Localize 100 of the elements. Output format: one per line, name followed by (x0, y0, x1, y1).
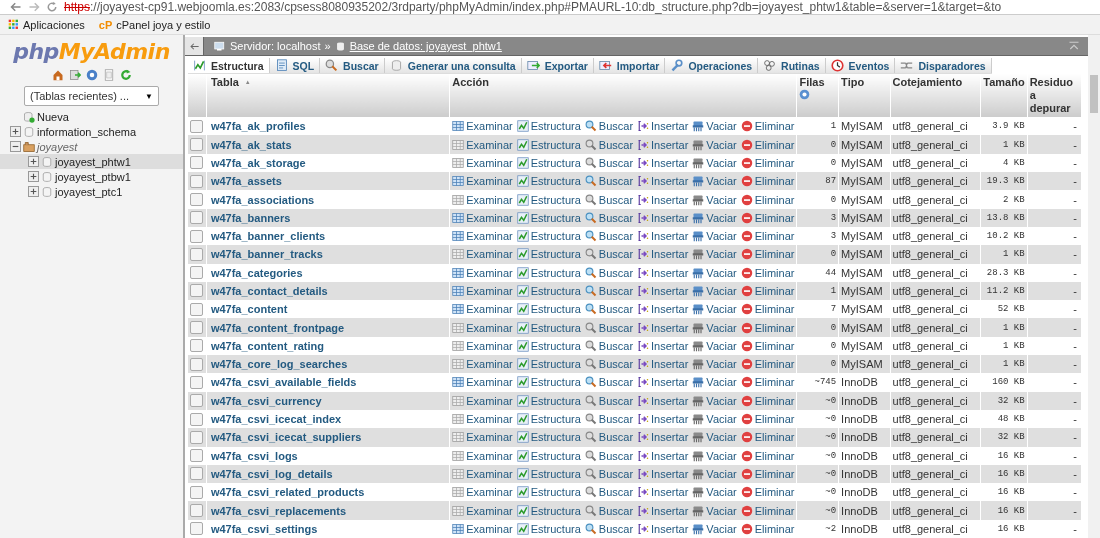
insert-link[interactable]: Insertar (637, 413, 689, 426)
empty-link[interactable]: Vaciar (692, 339, 737, 352)
insert-link[interactable]: Insertar (637, 120, 689, 133)
insert-link[interactable]: Insertar (637, 376, 689, 389)
empty-link[interactable]: Vaciar (692, 431, 737, 444)
insert-link[interactable]: Insertar (637, 303, 689, 316)
insert-link[interactable]: Insertar (637, 230, 689, 243)
search-link[interactable]: Buscar (584, 285, 634, 297)
empty-link[interactable]: Vaciar (692, 120, 737, 133)
row-checkbox[interactable] (190, 339, 204, 353)
size-link[interactable]: 11.2 KB (980, 281, 1028, 301)
browse-link[interactable]: Examinar (452, 248, 513, 261)
tab[interactable]: Rutinas (758, 58, 826, 74)
table-name-link[interactable]: w47fa_content_frontpage (206, 318, 450, 337)
table-name-link[interactable]: w47fa_csvi_log_details (206, 464, 450, 484)
table-name-link[interactable]: w47fa_csvi_available_fields (206, 373, 450, 392)
browse-link[interactable]: Examinar (452, 449, 513, 462)
drop-link[interactable]: Eliminar (740, 376, 795, 389)
scrollbar[interactable] (1088, 35, 1100, 538)
drop-link[interactable]: Eliminar (740, 120, 795, 133)
expand-icon[interactable] (10, 126, 21, 137)
browse-link[interactable]: Examinar (452, 175, 513, 188)
recent-tables-select[interactable]: (Tablas recientes) ... ▼ (24, 86, 159, 106)
tree-item[interactable]: joyayest_ptc1 (0, 184, 183, 199)
empty-link[interactable]: Vaciar (692, 467, 737, 480)
table-name-link[interactable]: w47fa_core_log_searches (206, 355, 450, 374)
browse-link[interactable]: Examinar (452, 413, 513, 426)
insert-link[interactable]: Insertar (637, 504, 689, 517)
search-link[interactable]: Buscar (584, 413, 634, 426)
drop-link[interactable]: Eliminar (740, 522, 795, 535)
size-link[interactable]: 1 KB (980, 355, 1028, 374)
insert-link[interactable]: Insertar (637, 266, 689, 279)
empty-link[interactable]: Vaciar (692, 230, 737, 243)
row-checkbox[interactable] (190, 174, 204, 188)
table-name-link[interactable]: w47fa_csvi_logs (206, 446, 450, 465)
drop-link[interactable]: Eliminar (740, 248, 795, 261)
search-link[interactable]: Buscar (584, 522, 634, 535)
browse-link[interactable]: Examinar (452, 486, 513, 499)
table-name-link[interactable]: w47fa_csvi_currency (206, 391, 450, 410)
drop-link[interactable]: Eliminar (740, 449, 795, 462)
size-link[interactable]: 16 KB (980, 501, 1028, 520)
size-link[interactable]: 16 KB (980, 446, 1028, 465)
empty-link[interactable]: Vaciar (692, 394, 737, 407)
structure-link[interactable]: Estructura (516, 339, 581, 352)
empty-link[interactable]: Vaciar (692, 248, 737, 261)
collapse-sidebar-button[interactable] (185, 37, 204, 55)
drop-link[interactable]: Eliminar (740, 504, 795, 517)
browse-link[interactable]: Examinar (452, 266, 513, 279)
tab[interactable]: Generar una consulta (384, 58, 522, 74)
row-checkbox[interactable] (190, 412, 204, 426)
search-link[interactable]: Buscar (584, 193, 634, 206)
tab[interactable]: Operaciones (665, 58, 759, 74)
empty-link[interactable]: Vaciar (692, 175, 737, 188)
structure-link[interactable]: Estructura (516, 193, 581, 206)
row-checkbox[interactable] (190, 321, 204, 335)
back-arrow-icon[interactable] (10, 1, 22, 13)
size-link[interactable]: 32 KB (980, 428, 1028, 447)
server-link[interactable]: Servidor: localhost (230, 40, 321, 52)
search-link[interactable]: Buscar (584, 321, 634, 334)
expand-icon[interactable] (28, 186, 39, 197)
drop-link[interactable]: Eliminar (740, 321, 795, 334)
browse-link[interactable]: Examinar (452, 522, 513, 535)
drop-link[interactable]: Eliminar (740, 467, 795, 480)
exit-icon[interactable] (68, 69, 81, 81)
reload-icon[interactable] (119, 69, 132, 81)
drop-link[interactable]: Eliminar (740, 303, 795, 316)
structure-link[interactable]: Estructura (516, 321, 581, 334)
empty-link[interactable]: Vaciar (692, 522, 737, 535)
row-checkbox[interactable] (190, 247, 204, 261)
tab[interactable]: SQL (269, 58, 321, 74)
insert-link[interactable]: Insertar (637, 175, 689, 188)
insert-link[interactable]: Insertar (637, 486, 689, 499)
drop-link[interactable]: Eliminar (740, 486, 795, 499)
row-checkbox[interactable] (190, 193, 204, 206)
structure-link[interactable]: Estructura (516, 303, 581, 316)
structure-link[interactable]: Estructura (516, 486, 581, 499)
browse-link[interactable]: Examinar (452, 321, 513, 334)
tree-item[interactable]: joyayest (0, 139, 183, 154)
drop-link[interactable]: Eliminar (740, 211, 795, 224)
drop-link[interactable]: Eliminar (740, 266, 795, 279)
browse-link[interactable]: Examinar (452, 193, 513, 206)
structure-link[interactable]: Estructura (516, 394, 581, 407)
tree-item[interactable]: information_schema (0, 124, 183, 139)
insert-link[interactable]: Insertar (637, 193, 689, 206)
row-checkbox[interactable] (190, 156, 204, 170)
browse-link[interactable]: Examinar (452, 339, 513, 352)
tab[interactable]: Exportar (521, 58, 594, 74)
search-link[interactable]: Buscar (584, 266, 634, 279)
structure-link[interactable]: Estructura (516, 504, 581, 517)
table-name-link[interactable]: w47fa_csvi_icecat_suppliers (206, 428, 450, 447)
empty-link[interactable]: Vaciar (692, 211, 737, 224)
table-name-link[interactable]: w47fa_csvi_settings (206, 519, 450, 538)
insert-link[interactable]: Insertar (637, 467, 689, 480)
structure-link[interactable]: Estructura (516, 522, 581, 535)
empty-link[interactable]: Vaciar (692, 193, 737, 206)
row-checkbox[interactable] (190, 302, 204, 316)
tab[interactable]: Buscar (320, 58, 385, 74)
home-icon[interactable] (51, 69, 64, 81)
structure-link[interactable]: Estructura (516, 285, 581, 297)
drop-link[interactable]: Eliminar (740, 431, 795, 444)
